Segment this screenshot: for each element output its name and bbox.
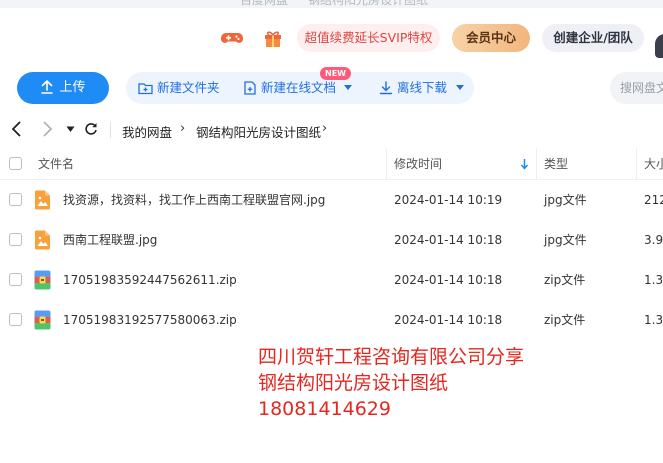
search-input[interactable]: 搜网盘文件 — [610, 72, 663, 104]
file-type: zip文件 — [544, 313, 586, 327]
row-checkbox[interactable] — [9, 233, 22, 246]
gift-icon[interactable] — [262, 28, 284, 48]
svip-renew-button[interactable]: 超值续费延长SVIP特权 — [297, 24, 440, 52]
table-row[interactable]: 17051983592447562611.zip 2024-01-14 10:18… — [0, 260, 663, 300]
history-dropdown-icon[interactable] — [66, 126, 75, 133]
upload-label: 上传 — [59, 80, 86, 95]
new-folder-label: 新建文件夹 — [157, 80, 220, 95]
action-group: 新建文件夹 新建在线文档 离线下载 — [126, 72, 474, 104]
image-file-icon — [35, 230, 50, 250]
image-file-icon — [35, 190, 50, 210]
file-modified-time: 2024-01-14 10:19 — [394, 193, 503, 207]
file-modified-time: 2024-01-14 10:18 — [394, 313, 503, 327]
file-name[interactable]: 17051983192577580063.zip — [63, 300, 237, 340]
file-size: 1.38 — [644, 273, 663, 287]
offline-download-button[interactable]: 离线下载 — [379, 72, 469, 104]
select-all-checkbox[interactable] — [9, 157, 22, 170]
app-name-text: 百度网盘 — [240, 0, 289, 7]
zip-file-icon — [34, 310, 51, 330]
forward-arrow-icon[interactable] — [41, 120, 53, 138]
breadcrumb-separator: › — [180, 121, 186, 136]
column-header-size[interactable]: 大小 — [644, 148, 663, 180]
row-checkbox[interactable] — [9, 313, 22, 326]
new-folder-icon — [138, 83, 153, 95]
new-badge: NEW — [320, 67, 351, 80]
column-divider — [536, 148, 537, 180]
nav-divider — [110, 122, 111, 138]
column-header-modified[interactable]: 修改时间 — [394, 148, 442, 180]
refresh-icon[interactable] — [84, 122, 98, 136]
window-top-strip: 百度网盘 钢结构阳光房设计图纸 — [0, 0, 663, 8]
file-size: 212 — [644, 193, 663, 207]
member-center-button[interactable]: 会员中心 — [452, 24, 530, 52]
file-type: jpg文件 — [544, 233, 587, 247]
file-size: 1.37 — [644, 313, 663, 327]
avatar[interactable] — [655, 34, 663, 58]
row-checkbox[interactable] — [9, 193, 22, 206]
upload-icon — [41, 80, 54, 94]
upload-button[interactable]: 上传 — [17, 72, 109, 104]
file-name[interactable]: 找资源，找资料，找工作上西南工程联盟官网.jpg — [63, 180, 325, 220]
row-checkbox[interactable] — [9, 273, 22, 286]
watermark-line-company: 四川贺轩工程咨询有限公司分享 — [258, 346, 525, 368]
file-name[interactable]: 西南工程联盟.jpg — [63, 220, 157, 260]
table-row[interactable]: 17051983192577580063.zip 2024-01-14 10:18… — [0, 300, 663, 340]
download-icon — [379, 81, 393, 95]
breadcrumb-item-current[interactable]: 钢结构阳光房设计图纸 — [196, 122, 321, 141]
navigation-bar: 我的网盘 › 钢结构阳光房设计图纸 › — [0, 116, 663, 144]
watermark-text: 四川贺轩工程咨询有限公司分享 钢结构阳光房设计图纸 18081414629 — [258, 344, 524, 422]
table-header: 文件名 修改时间 类型 大小 — [0, 148, 663, 180]
header: 超值续费延长SVIP特权 会员中心 创建企业/团队 — [0, 8, 663, 66]
sort-desc-icon[interactable] — [520, 158, 529, 170]
column-divider — [636, 148, 637, 180]
watermark-line-title: 钢结构阳光房设计图纸 — [258, 372, 449, 394]
file-modified-time: 2024-01-14 10:18 — [394, 233, 503, 247]
offline-download-label: 离线下载 — [397, 80, 448, 95]
table-row[interactable]: 找资源，找资料，找工作上西南工程联盟官网.jpg 2024-01-14 10:19… — [0, 180, 663, 220]
column-header-name[interactable]: 文件名 — [38, 148, 74, 180]
file-type: zip文件 — [544, 273, 586, 287]
new-online-doc-label: 新建在线文档 — [261, 80, 337, 95]
create-team-button[interactable]: 创建企业/团队 — [542, 24, 644, 52]
table-row[interactable]: 西南工程联盟.jpg 2024-01-14 10:18 jpg文件 3.93 — [0, 220, 663, 260]
file-type: jpg文件 — [544, 193, 587, 207]
new-doc-icon — [244, 81, 256, 95]
toolbar: 上传 新建文件夹 新建在线文档 离线下载 NEW 搜网盘文件 — [0, 66, 663, 110]
watermark-line-phone: 18081414629 — [258, 398, 391, 420]
zip-file-icon — [34, 270, 51, 290]
breadcrumb-separator: › — [322, 121, 328, 136]
caret-down-icon — [456, 85, 464, 90]
back-arrow-icon[interactable] — [11, 120, 23, 138]
game-controller-icon[interactable] — [221, 28, 243, 48]
caret-down-icon — [344, 85, 352, 90]
file-name[interactable]: 17051983592447562611.zip — [63, 260, 237, 300]
breadcrumb-item-root[interactable]: 我的网盘 — [122, 122, 172, 141]
file-size: 3.93 — [644, 233, 663, 247]
window-title-text: 钢结构阳光房设计图纸 — [308, 0, 429, 7]
column-divider — [386, 148, 387, 180]
new-folder-button[interactable]: 新建文件夹 — [138, 72, 220, 104]
column-header-type[interactable]: 类型 — [544, 148, 568, 180]
file-modified-time: 2024-01-14 10:18 — [394, 273, 503, 287]
